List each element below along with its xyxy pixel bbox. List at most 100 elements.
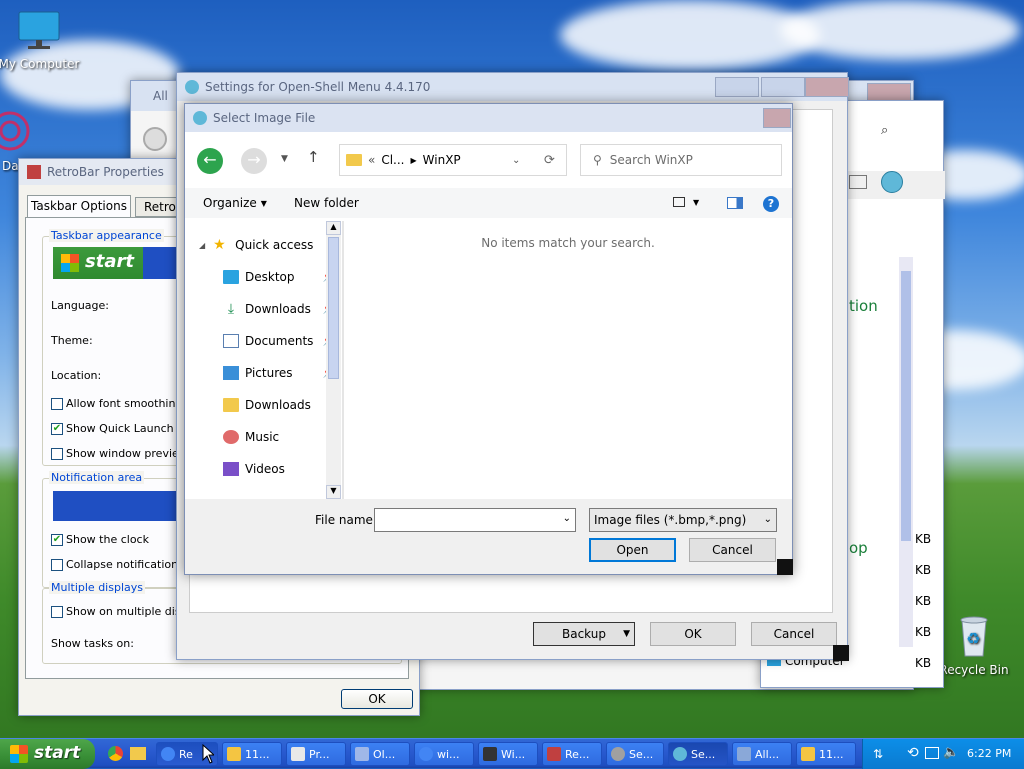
navigation-pane: ◢ ★ Quick access Desktop 📌 ⤓ Downloads 📌… xyxy=(185,221,341,501)
sidebar-item-desktop[interactable]: Desktop 📌 xyxy=(223,261,341,293)
sidebar-scrollbar[interactable]: ▲ ▼ xyxy=(326,221,341,499)
new-folder-button[interactable]: New folder xyxy=(294,196,359,210)
taskbar-item[interactable]: Ol... xyxy=(350,742,410,766)
select-image-file-dialog[interactable]: Select Image File ← → ▼ ↑ « Cl... ▶ WinX… xyxy=(184,103,793,575)
up-button[interactable]: ↑ xyxy=(307,148,320,166)
help-icon[interactable]: ? xyxy=(763,196,779,212)
chevron-down-icon: ⌄ xyxy=(763,514,772,525)
resize-grip-icon[interactable] xyxy=(777,559,793,575)
empty-message: No items match your search. xyxy=(481,236,655,250)
documents-icon xyxy=(223,334,239,348)
clock[interactable]: 6:22 PM xyxy=(967,747,1011,760)
search-icon: ⌕ xyxy=(881,123,889,138)
arrow-left-icon: ← xyxy=(203,150,217,169)
sidebar-item-downloads-pinned[interactable]: ⤓ Downloads 📌 xyxy=(223,293,341,325)
chevron-down-icon[interactable]: ⌄ xyxy=(563,513,571,524)
show-quick-launch-checkbox[interactable]: ✔ Show Quick Launch xyxy=(51,422,174,435)
close-button[interactable] xyxy=(805,77,849,97)
windows-flag-icon xyxy=(10,745,28,763)
dialog-cancel-button[interactable]: Cancel xyxy=(689,538,776,562)
taskbar-item[interactable]: 11... xyxy=(796,742,856,766)
taskbar-item[interactable]: Pr... xyxy=(286,742,346,766)
file-list[interactable]: No items match your search. xyxy=(344,221,792,499)
address-dropdown-icon[interactable]: ⌄ xyxy=(512,155,520,166)
sidebar-item-videos[interactable]: Videos xyxy=(223,453,341,485)
taskbar-item[interactable]: Se... xyxy=(606,742,664,766)
search-placeholder: Search WinXP xyxy=(609,153,693,167)
sync-icon[interactable]: ⟲ xyxy=(907,745,919,761)
desktop-icon-my-computer[interactable]: My Computer xyxy=(0,10,84,71)
sidebar-item-downloads[interactable]: Downloads xyxy=(223,389,341,421)
start-button[interactable]: start xyxy=(0,739,95,769)
forward-button[interactable]: → xyxy=(241,148,267,174)
settings-icon xyxy=(611,747,625,761)
notification-preview xyxy=(53,491,183,521)
scrollbar[interactable] xyxy=(899,257,913,647)
chevron-down-icon: ▼ xyxy=(281,154,288,164)
sidebar-item-music[interactable]: Music xyxy=(223,421,341,453)
explorer-quicklaunch-icon[interactable] xyxy=(130,747,146,760)
taskbar-item[interactable]: All... xyxy=(732,742,792,766)
open-button[interactable]: Open xyxy=(589,538,676,562)
expand-icon: ◢ xyxy=(199,240,206,250)
terminal-icon xyxy=(483,747,497,761)
view-button[interactable]: ▼ xyxy=(673,197,699,207)
view-icon xyxy=(673,197,685,207)
close-button[interactable] xyxy=(763,108,791,128)
collapse-notification-checkbox[interactable]: Collapse notification ar xyxy=(51,558,193,571)
sidebar-item-pictures[interactable]: Pictures 📌 xyxy=(223,357,341,389)
scroll-up-icon[interactable]: ▲ xyxy=(326,221,341,235)
chevron-down-icon: ▼ xyxy=(623,629,630,639)
chevron-down-icon: ▼ xyxy=(693,197,700,207)
taskbar-item-active[interactable]: Se... xyxy=(668,742,728,766)
command-bar: Organize ▼ New folder ▼ ? xyxy=(185,188,792,218)
folder-icon xyxy=(223,398,239,412)
settings-ok-button[interactable]: OK xyxy=(650,622,736,646)
refresh-icon[interactable]: ⟳ xyxy=(544,153,555,168)
preview-pane-icon[interactable] xyxy=(727,197,743,209)
file-type-select[interactable]: Image files (*.bmp,*.png) ⌄ xyxy=(589,508,777,532)
sidebar-item-quick-access[interactable]: ◢ ★ Quick access xyxy=(199,229,339,261)
chrome-quicklaunch-icon[interactable] xyxy=(108,746,123,761)
organize-button[interactable]: Organize ▼ xyxy=(203,196,267,210)
file-name-label: File name: xyxy=(315,513,377,527)
recent-locations-button[interactable]: ▼ xyxy=(281,154,288,164)
scroll-thumb[interactable] xyxy=(901,271,911,541)
search-box[interactable]: ⚲ Search WinXP xyxy=(580,144,782,176)
language-label: Language: xyxy=(51,299,109,312)
breadcrumb-separator-icon: ▶ xyxy=(410,155,417,165)
address-bar[interactable]: « Cl... ▶ WinXP ⌄ ⟳ xyxy=(339,144,567,176)
show-tasks-on-label: Show tasks on: xyxy=(51,637,134,650)
minimize-button[interactable] xyxy=(715,77,759,97)
breadcrumb-item[interactable]: Cl... xyxy=(381,153,404,167)
breadcrumb-item[interactable]: WinXP xyxy=(423,153,461,167)
backup-button[interactable]: Backup ▼ xyxy=(533,622,635,646)
scroll-down-icon[interactable]: ▼ xyxy=(326,485,341,499)
scroll-thumb[interactable] xyxy=(328,237,339,379)
svg-text:♻: ♻ xyxy=(966,629,980,648)
taskbar-item[interactable]: Wi... xyxy=(478,742,538,766)
retrobar-ok-button[interactable]: OK xyxy=(341,689,413,709)
desktop-folder-icon xyxy=(223,270,239,284)
shell-icon xyxy=(193,111,207,125)
maximize-button[interactable] xyxy=(761,77,805,97)
network-icon[interactable]: ⇅ xyxy=(873,747,887,761)
taskbar-item[interactable]: Re... xyxy=(542,742,602,766)
file-name-input[interactable]: ⌄ xyxy=(374,508,576,532)
monitor-icon xyxy=(18,11,60,49)
window-icon xyxy=(737,747,751,761)
tab-taskbar-options[interactable]: Taskbar Options xyxy=(27,195,131,217)
allow-font-smoothing-checkbox[interactable]: Allow font smoothing xyxy=(51,397,182,410)
download-icon: ⤓ xyxy=(227,301,235,317)
show-clock-checkbox[interactable]: ✔ Show the clock xyxy=(51,533,149,546)
keyboard-icon[interactable] xyxy=(925,747,939,759)
sidebar-item-documents[interactable]: Documents 📌 xyxy=(223,325,341,357)
nav-back-button[interactable] xyxy=(143,127,167,151)
settings-cancel-button[interactable]: Cancel xyxy=(751,622,837,646)
show-window-previews-checkbox[interactable]: Show window previews xyxy=(51,447,194,460)
taskbar-item[interactable]: 11... xyxy=(222,742,282,766)
taskbar-item[interactable]: wi... xyxy=(414,742,474,766)
volume-icon[interactable]: 🔈 xyxy=(943,745,959,760)
resize-grip-icon[interactable] xyxy=(833,645,849,661)
back-button[interactable]: ← xyxy=(197,148,223,174)
